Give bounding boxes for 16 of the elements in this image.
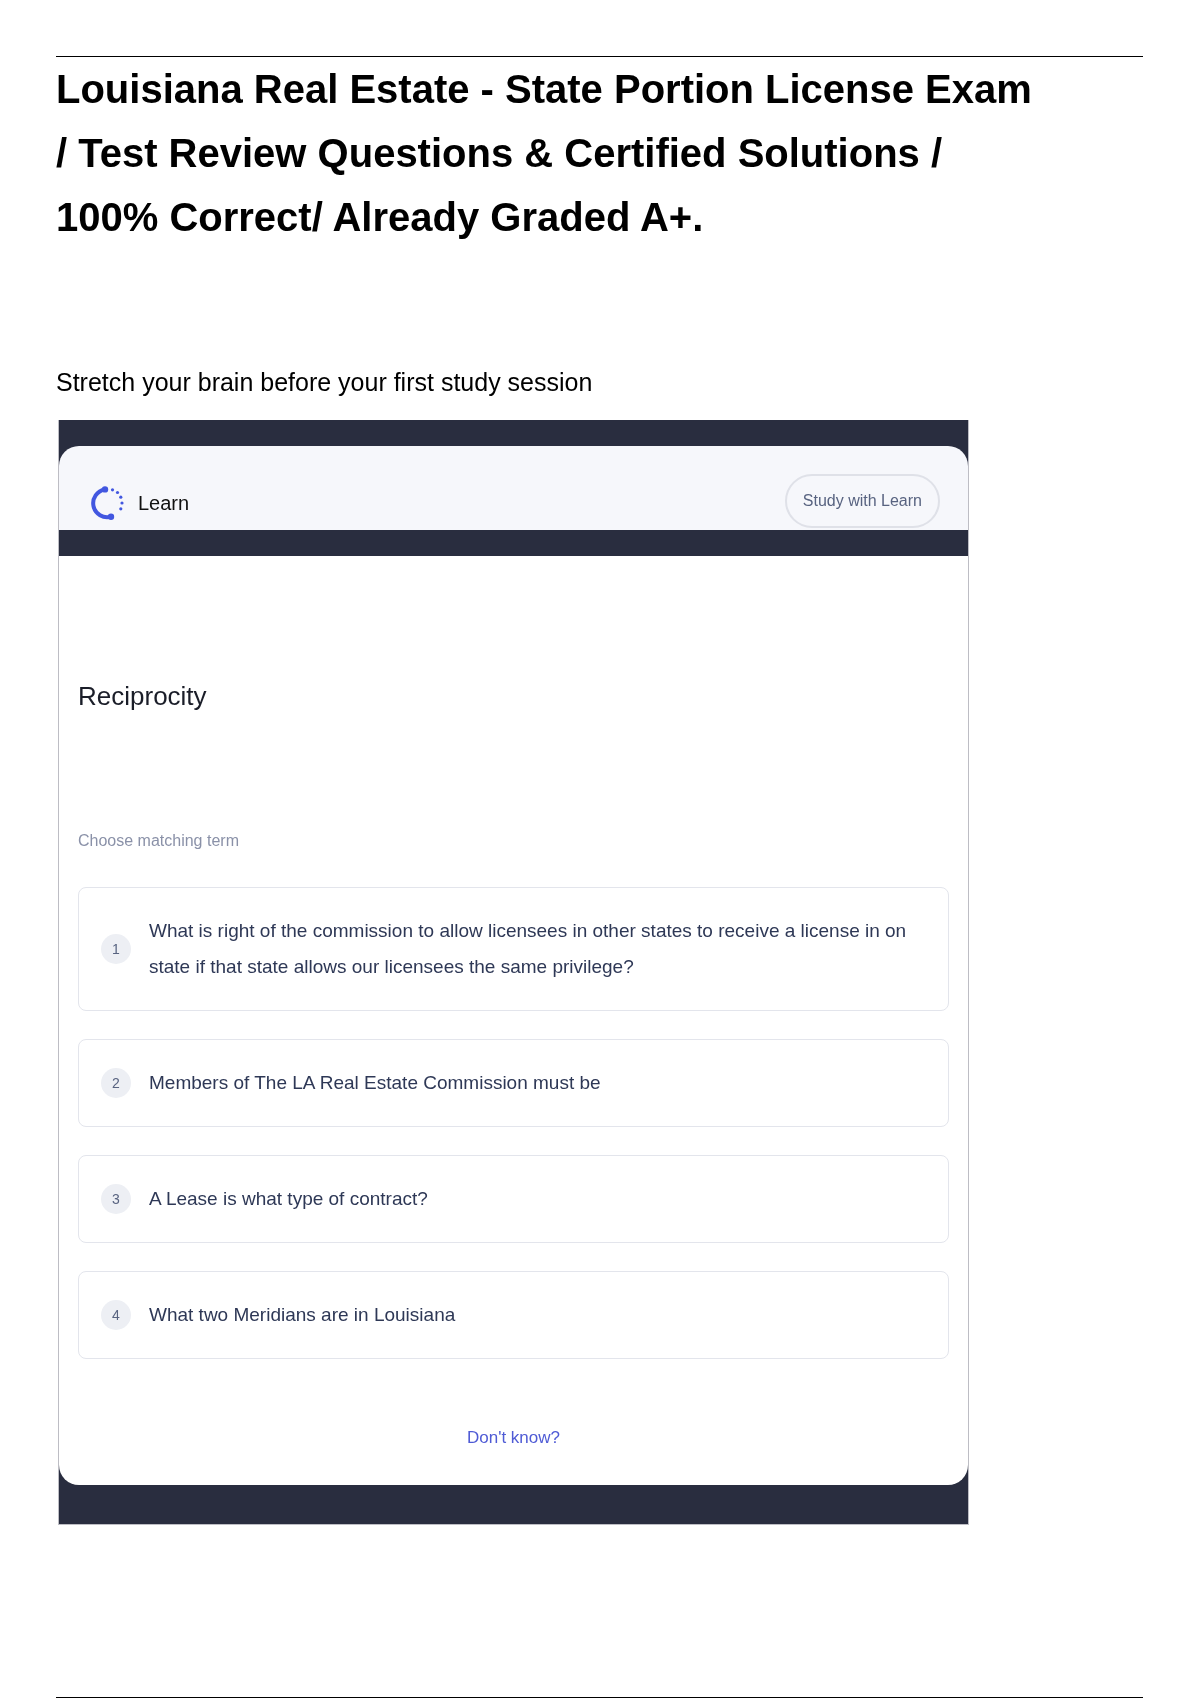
answer-option[interactable]: 4 What two Meridians are in Louisiana [78, 1271, 949, 1359]
option-number-badge: 2 [101, 1068, 131, 1098]
dont-know-link[interactable]: Don't know? [467, 1426, 560, 1450]
answer-option[interactable]: 2 Members of The LA Real Estate Commission must be [78, 1039, 949, 1127]
study-button[interactable]: Study with Learn [784, 474, 940, 528]
answer-option[interactable]: 3 A Lease is what type of contract? [78, 1155, 949, 1243]
intro-text: Stretch your brain before your first study session [56, 367, 594, 397]
term-text: Reciprocity [78, 680, 208, 712]
document-title: Louisiana Real Estate - State Portion License Exam / Test Review Questions & Certified Solutions / 100% Correct/ Already Graded A+. [56, 66, 1033, 241]
dotted-ring-icon [91, 483, 125, 523]
option-number-badge: 4 [101, 1300, 131, 1330]
option-number-badge: 1 [101, 934, 131, 964]
app-name: Learn [138, 491, 190, 515]
prompt-text: Choose matching term [78, 831, 240, 851]
answer-option[interactable]: 1 What is right of the commission to allow licensees in other states to receive a license in on state if that state allows our licensees the same privilege? [78, 887, 949, 1011]
option-number-badge: 3 [101, 1184, 131, 1214]
